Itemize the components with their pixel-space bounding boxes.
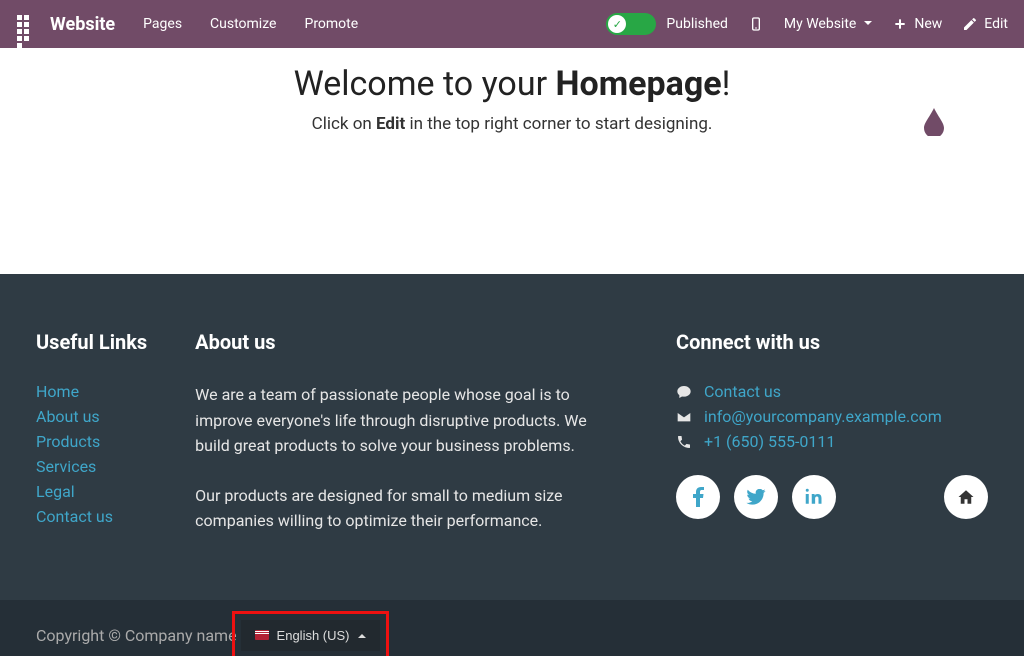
scroll-top-button[interactable] bbox=[944, 475, 988, 519]
footer-links-column: Useful Links Home About us Products Serv… bbox=[36, 330, 147, 558]
footer-connect-title: Connect with us bbox=[676, 330, 988, 354]
published-label: Published bbox=[666, 16, 727, 32]
twitter-icon bbox=[746, 489, 766, 505]
home-icon bbox=[957, 488, 975, 506]
contact-us-link[interactable]: Contact us bbox=[704, 382, 781, 401]
apps-icon[interactable] bbox=[16, 14, 36, 34]
phone-icon bbox=[676, 434, 692, 450]
page-content: Welcome to your Homepage! Click on Edit … bbox=[0, 48, 1024, 656]
phone-link[interactable]: +1 (650) 555-0111 bbox=[704, 432, 835, 451]
site-switcher[interactable]: My Website bbox=[784, 16, 872, 32]
published-toggle[interactable]: ✓ bbox=[606, 13, 656, 35]
flag-us-icon bbox=[255, 630, 269, 640]
mobile-preview-button[interactable] bbox=[748, 16, 764, 32]
chevron-up-icon bbox=[358, 630, 366, 638]
brand-label[interactable]: Website bbox=[50, 14, 115, 35]
footer: Useful Links Home About us Products Serv… bbox=[0, 274, 1024, 600]
mobile-icon bbox=[748, 16, 764, 32]
footer-about-column: About us We are a team of passionate peo… bbox=[195, 330, 595, 558]
footer-link-products[interactable]: Products bbox=[36, 432, 147, 451]
envelope-icon bbox=[676, 409, 692, 425]
top-navbar: Website Pages Customize Promote ✓ Publis… bbox=[0, 0, 1024, 48]
page-title: Welcome to your Homepage! bbox=[0, 64, 1024, 104]
nav-promote[interactable]: Promote bbox=[304, 16, 358, 32]
drop-icon[interactable] bbox=[922, 108, 946, 136]
email-link[interactable]: info@yourcompany.example.com bbox=[704, 407, 942, 426]
footer-link-legal[interactable]: Legal bbox=[36, 482, 147, 501]
language-selector[interactable]: English (US) bbox=[241, 620, 380, 651]
linkedin-button[interactable] bbox=[792, 475, 836, 519]
copyright-text: Copyright © Company name bbox=[36, 626, 237, 645]
page-subtitle: Click on Edit in the top right corner to… bbox=[0, 114, 1024, 134]
footer-links-title: Useful Links bbox=[36, 330, 147, 354]
facebook-button[interactable] bbox=[676, 475, 720, 519]
twitter-button[interactable] bbox=[734, 475, 778, 519]
plus-icon bbox=[892, 16, 908, 32]
hero-section: Welcome to your Homepage! Click on Edit … bbox=[0, 48, 1024, 274]
footer-about-title: About us bbox=[195, 330, 595, 354]
new-button[interactable]: New bbox=[892, 16, 942, 32]
copyright-bar: Copyright © Company name English (US) bbox=[0, 600, 1024, 656]
pencil-icon bbox=[962, 16, 978, 32]
edit-button[interactable]: Edit bbox=[962, 16, 1008, 32]
facebook-icon bbox=[692, 487, 704, 507]
footer-connect-column: Connect with us Contact us info@yourcomp… bbox=[676, 330, 988, 558]
footer-about-p2: Our products are designed for small to m… bbox=[195, 483, 595, 534]
chevron-down-icon bbox=[864, 21, 872, 29]
linkedin-icon bbox=[805, 488, 823, 506]
speech-icon bbox=[676, 384, 692, 400]
nav-customize[interactable]: Customize bbox=[210, 16, 276, 32]
footer-link-services[interactable]: Services bbox=[36, 457, 147, 476]
footer-about-p1: We are a team of passionate people whose… bbox=[195, 382, 595, 459]
footer-link-contact[interactable]: Contact us bbox=[36, 507, 147, 526]
footer-link-home[interactable]: Home bbox=[36, 382, 147, 401]
check-icon: ✓ bbox=[608, 15, 626, 33]
nav-pages[interactable]: Pages bbox=[143, 16, 182, 32]
footer-link-about[interactable]: About us bbox=[36, 407, 147, 426]
